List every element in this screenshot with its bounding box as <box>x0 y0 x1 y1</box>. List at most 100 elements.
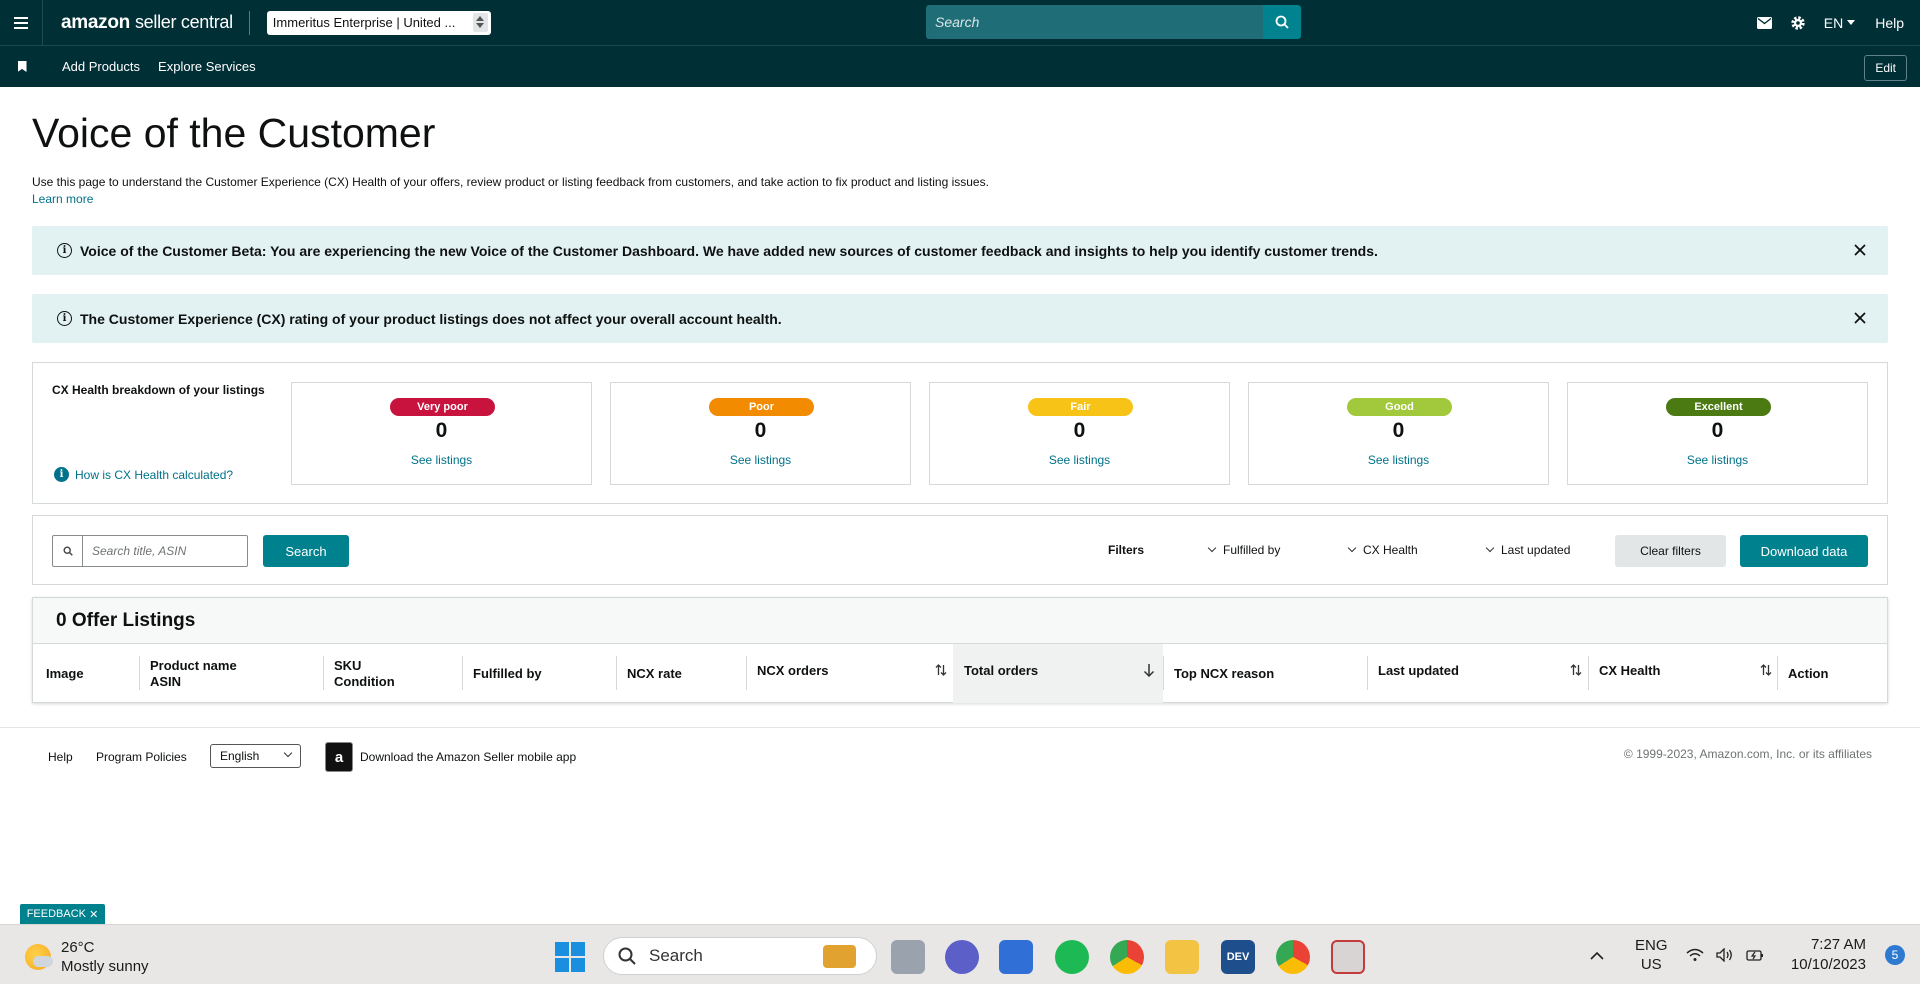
download-data-button[interactable]: Download data <box>1740 535 1868 567</box>
show-hidden-icons[interactable] <box>1590 925 1604 984</box>
dev-app-icon[interactable]: DEV <box>1221 940 1255 974</box>
system-tray[interactable] <box>1686 925 1764 984</box>
partly-sunny-icon <box>25 944 53 970</box>
bing-icon[interactable] <box>999 940 1033 974</box>
chrome-active-icon[interactable] <box>1276 940 1310 974</box>
last-updated-dropdown[interactable]: Last updated <box>1485 543 1570 557</box>
column-label: Action <box>1788 666 1829 681</box>
account-selector[interactable]: Immeritus Enterprise | United ... <box>266 10 491 35</box>
notification-badge[interactable]: 5 <box>1885 945 1905 965</box>
cx-badge: Fair <box>1028 398 1133 416</box>
edit-button[interactable]: Edit <box>1864 55 1907 81</box>
column-action: Action <box>1777 644 1887 703</box>
weather-widget[interactable]: 26°C Mostly sunny <box>25 938 149 976</box>
column-cx-health[interactable]: CX Health <box>1588 644 1778 703</box>
input-language[interactable]: ENG US <box>1635 925 1668 984</box>
amazon-seller-central-logo[interactable]: amazon seller central <box>61 12 233 34</box>
account-stepper-icon[interactable] <box>472 12 488 32</box>
sort-icon[interactable] <box>1570 663 1582 677</box>
footer-divider <box>0 727 1920 728</box>
column-sublabel: Condition <box>334 673 395 689</box>
fulfilled-by-dropdown[interactable]: Fulfilled by <box>1207 543 1280 557</box>
top-right-controls: EN Help <box>1756 0 1920 45</box>
weather-condition: Mostly sunny <box>61 958 149 975</box>
file-explorer-icon[interactable] <box>1165 940 1199 974</box>
language-bottom: US <box>1640 956 1662 973</box>
see-listings-link[interactable]: See listings <box>930 453 1229 467</box>
cx-count: 0 <box>1711 419 1724 442</box>
info-icon: i <box>57 311 72 326</box>
mail-icon[interactable] <box>1756 16 1772 29</box>
cx-health-dropdown[interactable]: CX Health <box>1347 543 1418 557</box>
info-icon: i <box>57 243 72 258</box>
divider <box>248 10 250 35</box>
caret-down-icon <box>1847 20 1856 25</box>
search-button[interactable]: Search <box>263 535 349 567</box>
listing-search-input[interactable]: Search title, ASIN <box>83 536 186 566</box>
snipping-tool-icon[interactable] <box>1331 940 1365 974</box>
amazon-app-icon[interactable]: a <box>325 742 353 772</box>
logo-suffix: seller central <box>134 11 233 32</box>
windows-start-icon[interactable] <box>555 942 585 972</box>
arrow-down-icon[interactable] <box>1143 663 1155 677</box>
bookmark-icon[interactable] <box>0 61 44 72</box>
program-policies-link[interactable]: Program Policies <box>96 742 187 772</box>
see-listings-link[interactable]: See listings <box>1568 453 1867 467</box>
see-listings-link[interactable]: See listings <box>1249 453 1548 467</box>
nav-explore-services[interactable]: Explore Services <box>158 59 256 74</box>
footer-help-link[interactable]: Help <box>48 742 73 772</box>
global-search-button[interactable] <box>1263 5 1301 39</box>
search-icon <box>53 536 83 566</box>
weather-temperature: 26°C <box>61 939 95 956</box>
task-view-icon[interactable] <box>891 940 925 974</box>
spotify-icon[interactable] <box>1055 940 1089 974</box>
cx-health-help-link[interactable]: i How is CX Health calculated? <box>54 467 233 482</box>
close-icon[interactable] <box>1852 242 1868 258</box>
download-app-link[interactable]: Download the Amazon Seller mobile app <box>360 742 576 772</box>
see-listings-link[interactable]: See listings <box>292 453 591 467</box>
sort-icon[interactable] <box>935 663 947 677</box>
taskbar-clock[interactable]: 7:27 AM 10/10/2023 <box>1791 935 1866 975</box>
language-label: EN <box>1823 14 1844 31</box>
logo-brand: amazon <box>61 11 130 33</box>
feedback-label: FEEDBACK <box>26 908 86 920</box>
cx-count: 0 <box>1392 419 1405 442</box>
global-search-input[interactable]: Search <box>926 5 1263 39</box>
column-label: NCX orders <box>757 663 829 678</box>
taskbar-search[interactable]: Search <box>603 937 877 975</box>
windows-taskbar: 26°C Mostly sunny Search DEV ENG US 7:27… <box>0 924 1920 984</box>
column-total-orders[interactable]: Total orders <box>953 644 1163 703</box>
column-ncx-orders[interactable]: NCX orders <box>746 644 954 703</box>
column-last-updated[interactable]: Last updated <box>1367 644 1589 703</box>
close-icon[interactable] <box>1852 310 1868 326</box>
beta-info-banner: i Voice of the Customer Beta: You are ex… <box>32 226 1888 275</box>
clear-filters-button[interactable]: Clear filters <box>1615 535 1726 567</box>
info-icon: i <box>54 467 69 482</box>
help-link[interactable]: Help <box>1875 15 1904 31</box>
clock-time: 7:27 AM <box>1810 936 1866 953</box>
column-sublabel: ASIN <box>150 673 182 689</box>
global-search: Search <box>926 5 1301 39</box>
close-icon[interactable]: ✕ <box>89 908 98 921</box>
see-listings-link[interactable]: See listings <box>611 453 910 467</box>
nav-add-products[interactable]: Add Products <box>62 59 140 74</box>
cx-badge: Very poor <box>390 398 495 416</box>
column-label: NCX rate <box>627 666 682 681</box>
footer-language-select[interactable]: English <box>210 744 301 768</box>
language-selector[interactable]: EN <box>1823 14 1856 31</box>
teams-meet-icon[interactable] <box>945 940 979 974</box>
sort-icon[interactable] <box>1760 663 1772 677</box>
chrome-icon[interactable] <box>1110 940 1144 974</box>
column-top-ncx-reason: Top NCX reason <box>1163 644 1368 703</box>
account-name: Immeritus Enterprise | United ... <box>272 15 456 30</box>
chevron-down-icon <box>1347 543 1357 553</box>
feedback-tab[interactable]: FEEDBACK ✕ <box>20 904 105 924</box>
page-title: Voice of the Customer <box>32 110 436 156</box>
column-label: SKU <box>334 657 362 673</box>
column-ncx-rate: NCX rate <box>616 644 747 703</box>
gear-icon[interactable] <box>1790 15 1806 31</box>
menu-icon[interactable] <box>0 0 43 45</box>
column-fulfilled-by: Fulfilled by <box>462 644 617 703</box>
learn-more-link[interactable]: Learn more <box>32 192 93 206</box>
battery-icon <box>1746 950 1763 961</box>
